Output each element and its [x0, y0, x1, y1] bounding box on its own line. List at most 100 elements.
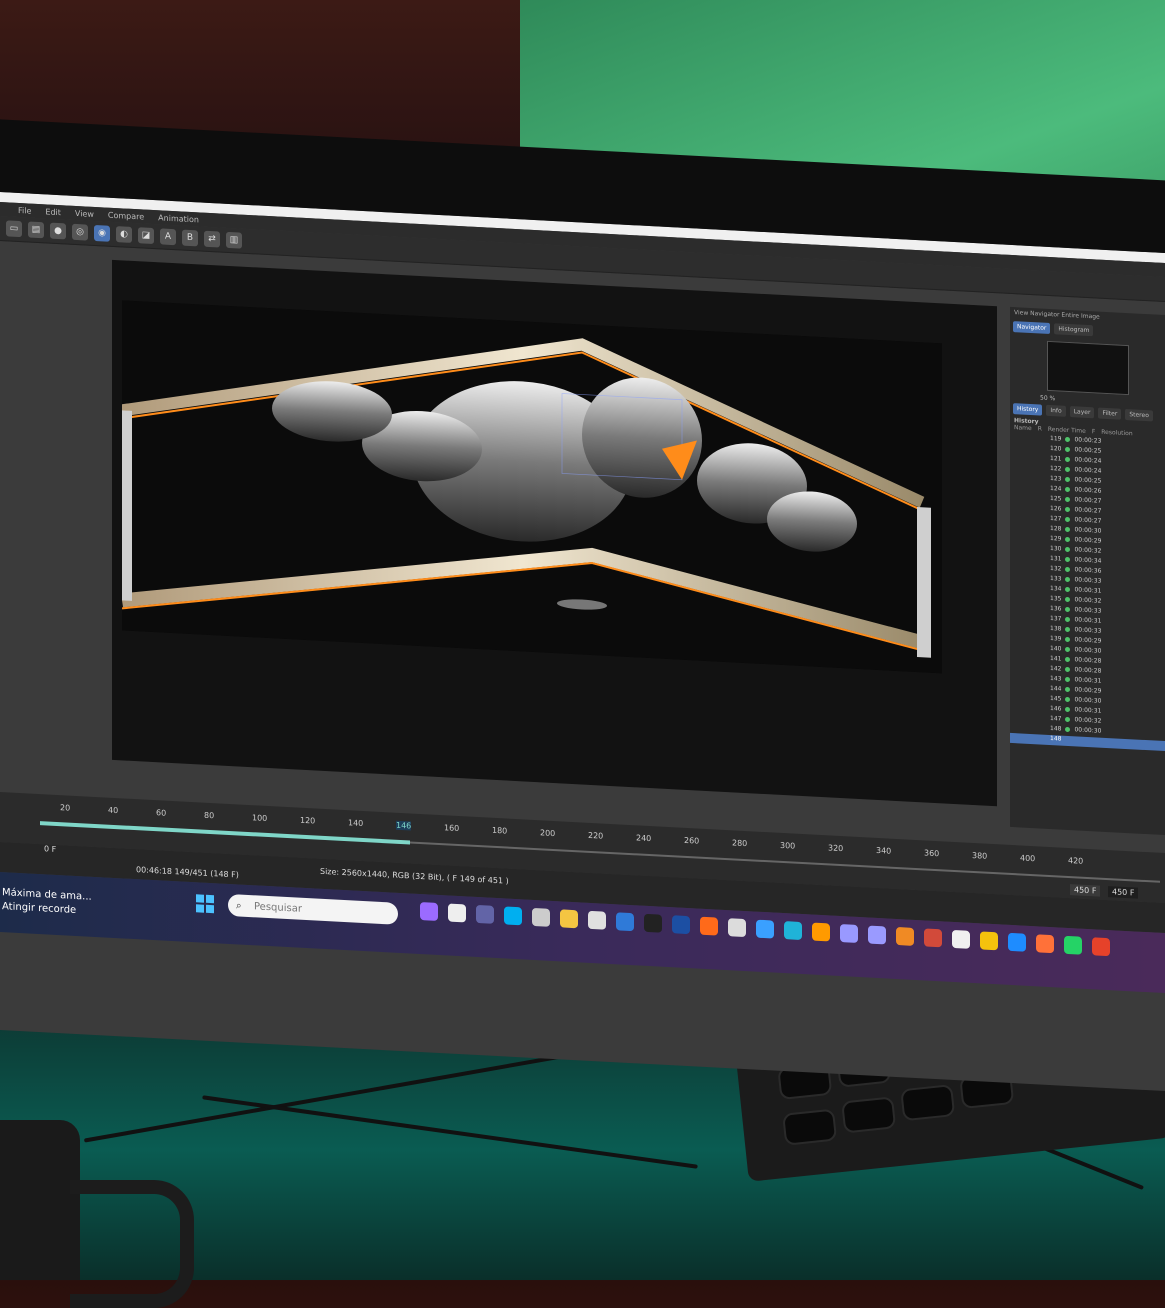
cinema4d-icon[interactable] [672, 915, 690, 935]
region-render-icon[interactable]: ◉ [94, 224, 110, 242]
timeline-tick-label: 180 [492, 825, 508, 836]
whatsapp-icon[interactable] [1064, 935, 1082, 955]
history-render-time: 00:00:30 [1074, 525, 1102, 535]
menu-compare[interactable]: Compare [108, 210, 144, 221]
history-frame: 136 [1050, 604, 1062, 613]
timeline-tick-label: 200 [540, 828, 556, 839]
illustrator-icon[interactable] [812, 922, 830, 942]
history-render-time: 00:00:27 [1074, 505, 1102, 515]
photos-icon[interactable] [952, 929, 970, 949]
timeline-tick-label: 280 [732, 838, 748, 849]
channels-icon[interactable]: ◪ [138, 227, 154, 245]
taskbar-search[interactable]: ⌕ Pesquisar [228, 893, 398, 925]
houdini-icon[interactable] [700, 916, 718, 936]
status-dot-icon [1065, 566, 1071, 572]
timeline-tick-label: 100 [252, 813, 268, 824]
stop-icon[interactable]: ● [50, 222, 66, 240]
file-explorer-icon[interactable] [560, 909, 578, 929]
tab-filter[interactable]: Filter [1098, 407, 1122, 420]
start-button[interactable] [196, 894, 214, 914]
history-frame: 122 [1050, 464, 1062, 473]
media-player-icon[interactable] [1092, 937, 1110, 957]
history-frame: 145 [1050, 694, 1062, 703]
history-frame: 134 [1050, 584, 1062, 593]
history-render-time: 00:00:24 [1074, 465, 1102, 475]
navigator-thumbnail[interactable] [1046, 340, 1129, 396]
windows-logo-icon [196, 894, 204, 903]
rendered-scene [122, 300, 942, 674]
tab-history[interactable]: History [1013, 403, 1043, 416]
teams-icon[interactable] [476, 904, 494, 924]
epic-games-icon[interactable] [644, 913, 662, 933]
tab-histogram[interactable]: Histogram [1054, 323, 1094, 337]
zoom-icon[interactable] [1008, 932, 1026, 952]
blender-icon[interactable] [896, 926, 914, 946]
render-viewport[interactable] [112, 259, 997, 807]
settings-icon[interactable] [532, 907, 550, 927]
skype-icon[interactable] [504, 906, 522, 926]
status-dot-icon [1065, 656, 1071, 662]
col-f: F [1091, 428, 1096, 436]
tab-layer[interactable]: Layer [1069, 406, 1095, 419]
tab-navigator[interactable]: Navigator [1013, 321, 1051, 335]
history-render-time: 00:00:32 [1074, 545, 1102, 555]
status-dot-icon [1065, 556, 1071, 562]
split-icon[interactable]: ▥ [226, 231, 242, 249]
history-frame: 141 [1050, 654, 1062, 663]
edge-icon[interactable] [784, 921, 802, 941]
save-icon[interactable]: ▤ [28, 221, 44, 239]
status-dot-icon [1065, 536, 1071, 542]
compare-a-button[interactable]: A [160, 228, 176, 246]
timeline-end-field-2[interactable]: 450 F [1108, 886, 1139, 899]
timeline-tick-label: 120 [300, 815, 316, 826]
start-frame-field[interactable]: 0 F [44, 844, 56, 854]
history-frame: 137 [1050, 614, 1062, 623]
timeline-tick-label: 320 [828, 843, 844, 854]
history-frame: 123 [1050, 474, 1062, 483]
history-frame: 129 [1050, 534, 1062, 543]
news-widget[interactable]: Máxima de ama... Atingir recorde [2, 886, 92, 919]
mail-icon[interactable] [616, 912, 634, 932]
status-dot-icon [1065, 576, 1071, 582]
menu-edit[interactable]: Edit [45, 207, 61, 217]
tab-stereo[interactable]: Stereo [1125, 408, 1153, 422]
history-list: 119 00:00:23 120 00:00:25 121 00:00:24 122 00:0… [1010, 431, 1165, 739]
mug [0, 1120, 80, 1280]
copilot-icon[interactable] [420, 902, 438, 921]
history-frame: 131 [1050, 554, 1062, 563]
menu-animation[interactable]: Animation [158, 213, 199, 224]
timeline-tick-label: 260 [684, 835, 700, 846]
contrast-icon[interactable]: ◐ [116, 226, 132, 243]
status-dot-icon [1065, 506, 1071, 512]
history-frame: 140 [1050, 644, 1062, 653]
screen: File Edit View Compare Animation ▭ ▤ ● ◎… [0, 192, 1165, 1092]
status-dot-icon [1065, 436, 1071, 442]
notepad-icon[interactable] [728, 918, 746, 938]
chrome-icon[interactable] [980, 931, 998, 951]
firefox-icon[interactable] [1036, 934, 1054, 954]
after-effects-icon[interactable] [840, 924, 858, 943]
history-frame: 119 [1050, 434, 1062, 443]
tab-info[interactable]: Info [1046, 404, 1066, 417]
open-folder-icon[interactable]: ▭ [6, 220, 22, 238]
menu-file[interactable]: File [18, 205, 31, 215]
menu-view[interactable]: View [75, 208, 94, 218]
compare-b-button[interactable]: B [182, 229, 198, 247]
timeline-end-field[interactable]: 450 F [1070, 884, 1101, 897]
history-render-time: 00:00:36 [1074, 565, 1102, 575]
timeline-tick-label: 80 [204, 810, 215, 821]
browser-icon[interactable] [756, 919, 774, 939]
timeline-tick-label: 146 [396, 820, 412, 831]
region-icon[interactable]: ◎ [72, 223, 88, 241]
daz-studio-icon[interactable] [924, 928, 942, 948]
timeline-tick-label: 220 [588, 830, 604, 841]
swap-icon[interactable]: ⇄ [204, 230, 220, 248]
history-frame: 143 [1050, 674, 1062, 683]
status-dot-icon [1065, 606, 1071, 612]
timeline-tick-label: 240 [636, 833, 652, 844]
timeline-tick-label: 360 [924, 848, 940, 859]
store-icon[interactable] [588, 910, 606, 930]
task-view-icon[interactable] [448, 903, 466, 923]
premiere-icon[interactable] [868, 925, 886, 945]
status-dot-icon [1065, 486, 1071, 492]
